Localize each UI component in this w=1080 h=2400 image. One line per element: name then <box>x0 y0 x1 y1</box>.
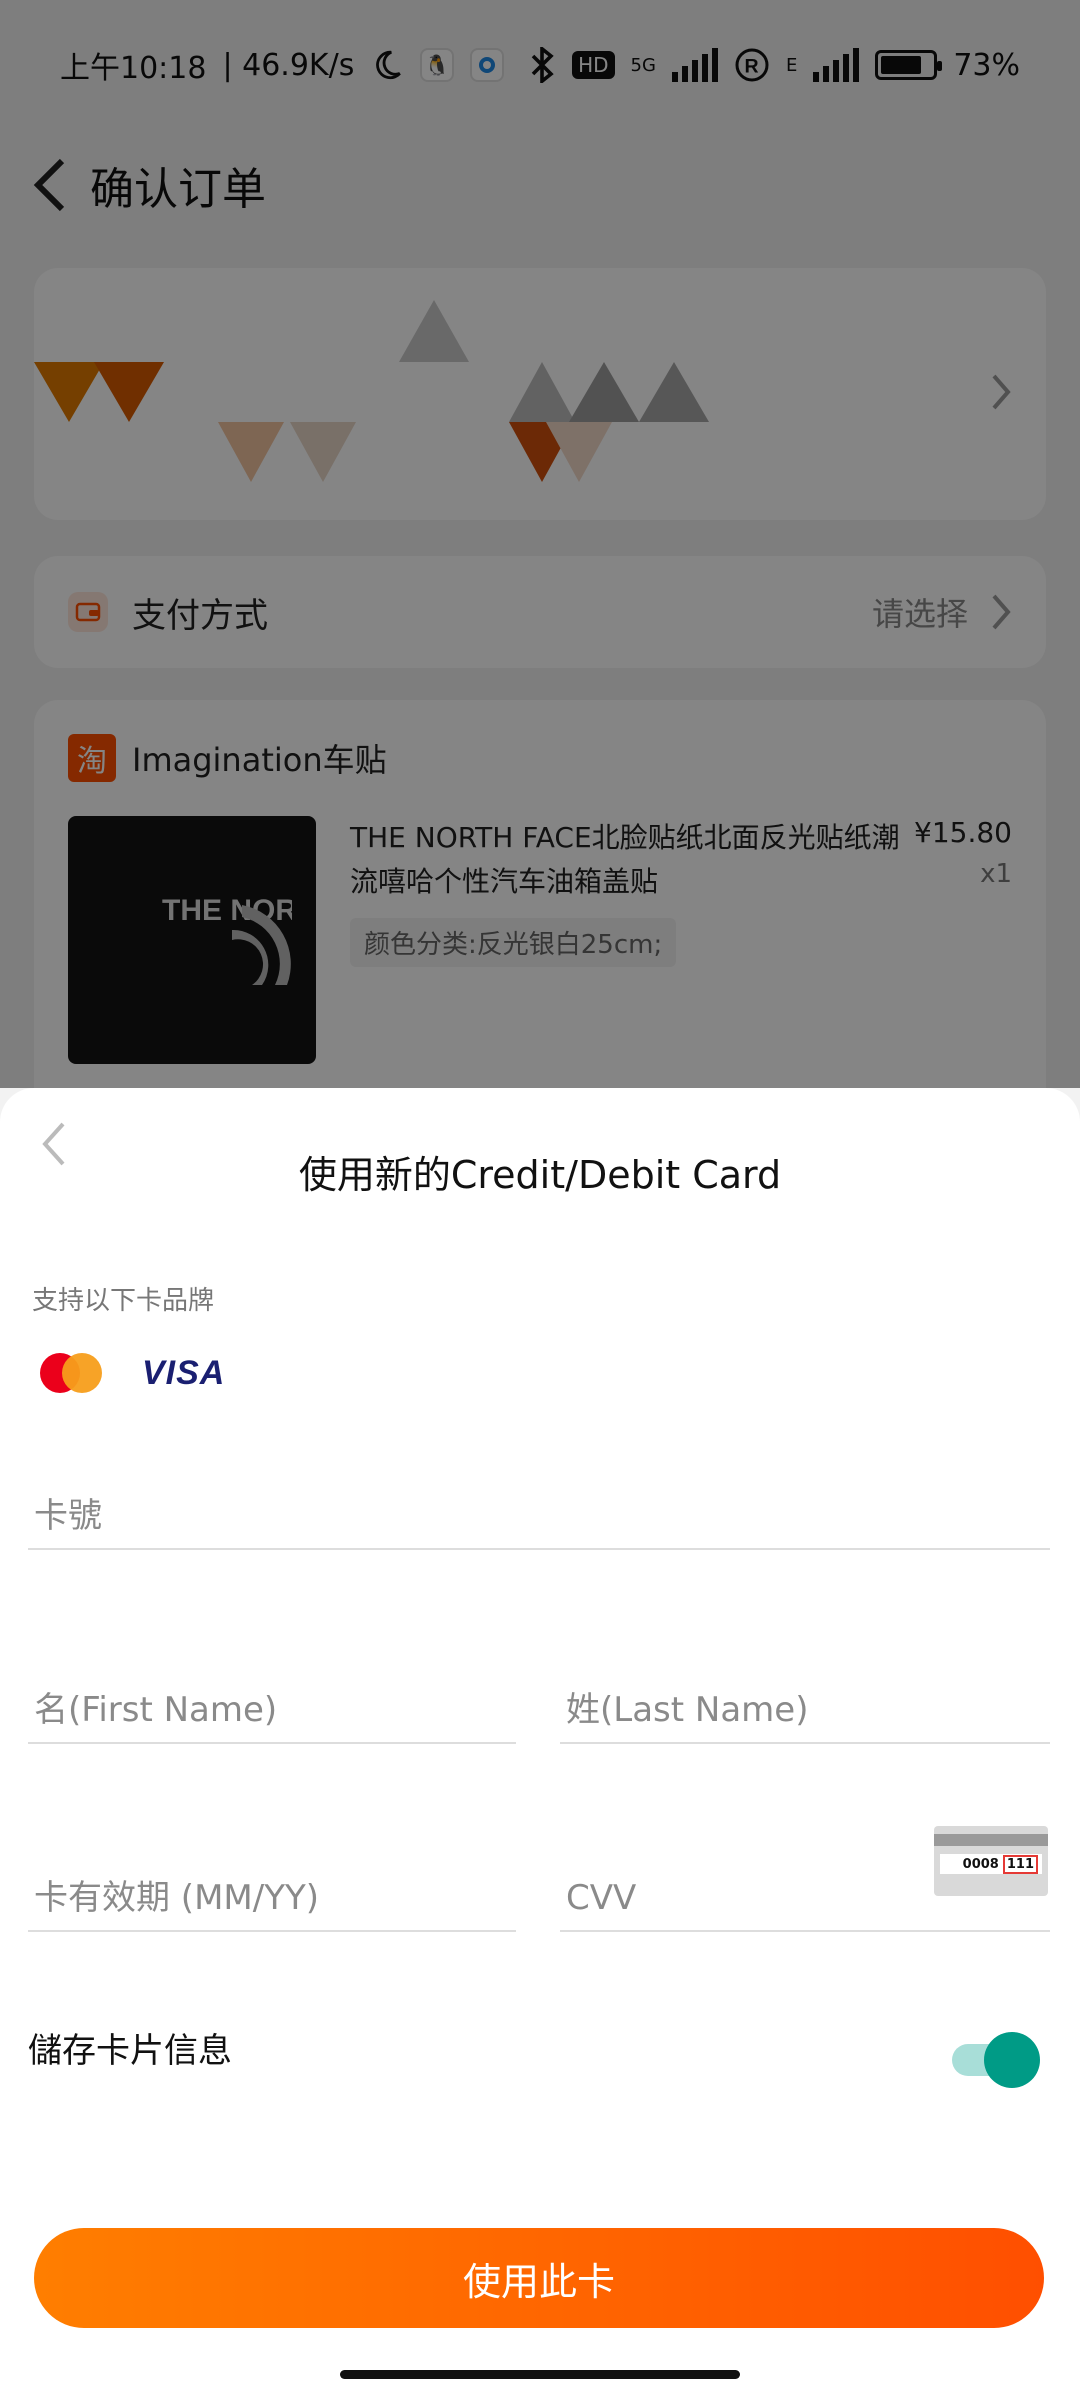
visa-icon: VISA <box>142 1353 226 1392</box>
sheet-title: 使用新的Credit/Debit Card <box>298 1153 782 1197</box>
modal-backdrop[interactable] <box>0 0 1080 1088</box>
new-card-sheet: 使用新的Credit/Debit Card 支持以下卡品牌 VISA 00081… <box>0 1088 1080 2400</box>
last-name-input[interactable] <box>560 1678 1050 1742</box>
last-name-field <box>560 1678 1050 1744</box>
cvv-hint-code: 111 <box>1002 1854 1038 1874</box>
mastercard-icon <box>40 1353 102 1393</box>
supported-brands-label: 支持以下卡品牌 <box>32 1286 215 1316</box>
save-card-toggle[interactable] <box>952 2032 1040 2088</box>
expiry-field <box>28 1866 516 1932</box>
card-number-input[interactable] <box>28 1484 1050 1548</box>
cvv-hint-card-icon: 0008 111 <box>934 1826 1048 1896</box>
use-this-card-button[interactable]: 使用此卡 <box>34 2228 1044 2328</box>
first-name-input[interactable] <box>28 1678 516 1742</box>
home-indicator[interactable] <box>340 2370 740 2379</box>
save-card-label: 儲存卡片信息 <box>28 2031 232 2071</box>
first-name-field <box>28 1678 516 1744</box>
cvv-hint-number: 0008 <box>962 1856 999 1872</box>
card-number-field <box>28 1484 1050 1550</box>
card-brands: VISA <box>40 1353 225 1393</box>
expiry-input[interactable] <box>28 1866 516 1930</box>
